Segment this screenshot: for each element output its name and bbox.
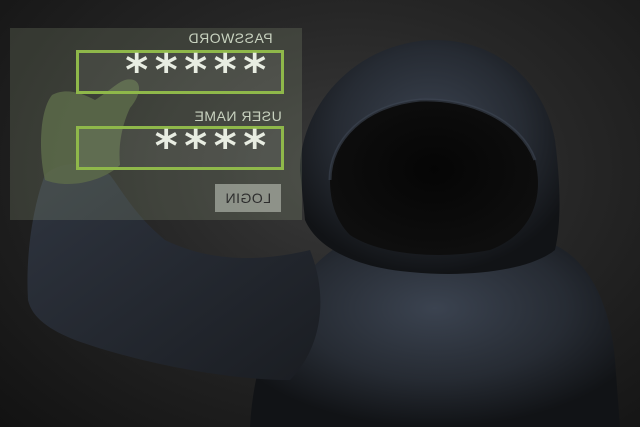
username-value: **** bbox=[153, 121, 271, 172]
username-field[interactable]: **** bbox=[76, 121, 284, 172]
photo-scene: PASSWORD ***** USER NAME **** LOGIN bbox=[0, 0, 640, 427]
login-button[interactable]: LOGIN bbox=[215, 184, 281, 212]
login-panel: PASSWORD ***** USER NAME **** LOGIN bbox=[10, 28, 302, 220]
login-button-label: LOGIN bbox=[224, 190, 272, 206]
password-value: ***** bbox=[123, 45, 271, 96]
password-field[interactable]: ***** bbox=[76, 45, 284, 96]
password-label: PASSWORD bbox=[188, 30, 273, 46]
